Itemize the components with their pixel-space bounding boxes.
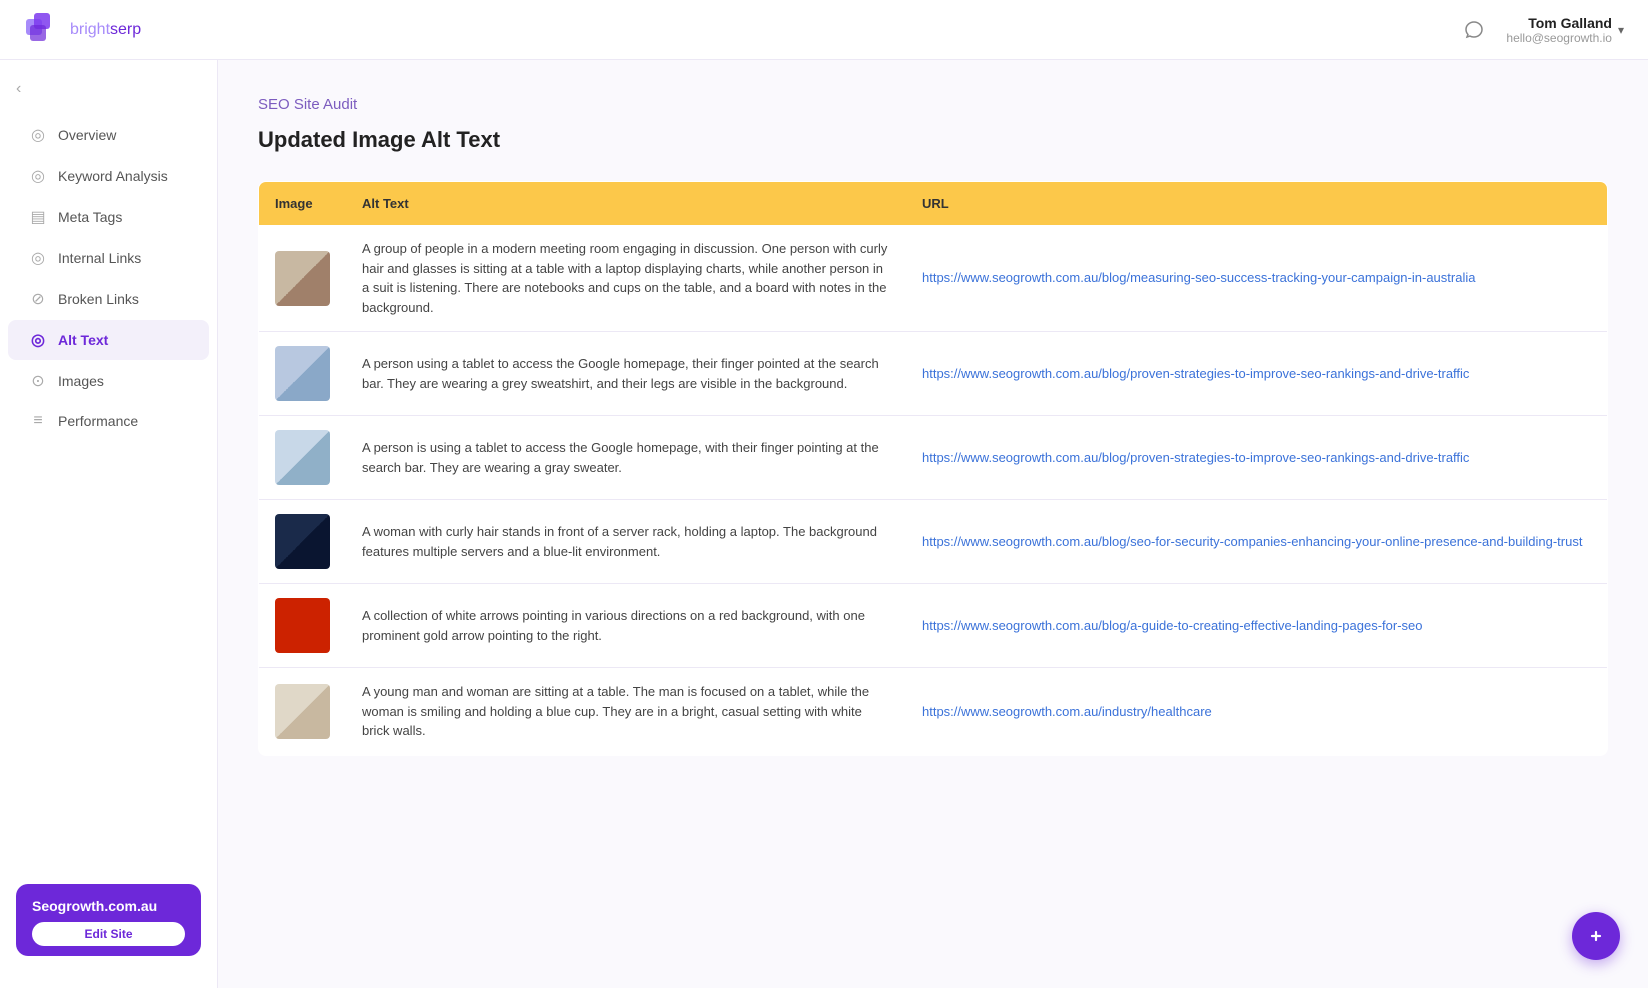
table-cell-url: https://www.seogrowth.com.au/blog/a-guid… bbox=[906, 584, 1608, 668]
fab-button[interactable] bbox=[1572, 912, 1620, 960]
url-link[interactable]: https://www.seogrowth.com.au/industry/he… bbox=[922, 702, 1591, 722]
header-right: Tom Galland hello@seogrowth.io ▾ bbox=[1458, 14, 1624, 46]
sidebar-collapse-button[interactable]: ‹ bbox=[0, 76, 217, 114]
internal-links-icon: ◎ bbox=[28, 248, 48, 268]
col-header-alt-text: Alt Text bbox=[346, 182, 906, 226]
alt-text-table: Image Alt Text URL A group of people in … bbox=[258, 181, 1608, 756]
logo: brightserp bbox=[24, 11, 141, 49]
sidebar-top: ‹ ◎ Overview ◎ Keyword Analysis ▤ Meta T… bbox=[0, 76, 217, 441]
sidebar-item-label: Keyword Analysis bbox=[58, 168, 168, 184]
table-row: A collection of white arrows pointing in… bbox=[259, 584, 1608, 668]
user-name: Tom Galland bbox=[1506, 15, 1612, 31]
table-cell-alt-text: A person is using a tablet to access the… bbox=[346, 416, 906, 500]
table-cell-image bbox=[259, 225, 347, 332]
sidebar-item-images[interactable]: ⊙ Images bbox=[8, 361, 209, 401]
user-text: Tom Galland hello@seogrowth.io bbox=[1506, 15, 1612, 45]
table-cell-alt-text: A group of people in a modern meeting ro… bbox=[346, 225, 906, 332]
url-link[interactable]: https://www.seogrowth.com.au/blog/seo-fo… bbox=[922, 532, 1591, 552]
table-cell-alt-text: A woman with curly hair stands in front … bbox=[346, 500, 906, 584]
section-label: SEO Site Audit bbox=[258, 96, 1608, 113]
images-icon: ⊙ bbox=[28, 371, 48, 391]
chat-button[interactable] bbox=[1458, 14, 1490, 46]
table-row: A young man and woman are sitting at a t… bbox=[259, 668, 1608, 756]
table-header-row: Image Alt Text URL bbox=[259, 182, 1608, 226]
table-cell-image bbox=[259, 332, 347, 416]
table-row: A group of people in a modern meeting ro… bbox=[259, 225, 1608, 332]
image-thumbnail bbox=[275, 430, 330, 485]
edit-site-button[interactable]: Edit Site bbox=[32, 922, 185, 946]
image-thumbnail bbox=[275, 346, 330, 401]
table-cell-url: https://www.seogrowth.com.au/blog/measur… bbox=[906, 225, 1608, 332]
table-cell-alt-text: A person using a tablet to access the Go… bbox=[346, 332, 906, 416]
sidebar-item-label: Broken Links bbox=[58, 291, 139, 307]
keyword-icon: ◎ bbox=[28, 166, 48, 186]
url-link[interactable]: https://www.seogrowth.com.au/blog/measur… bbox=[922, 268, 1591, 288]
user-email: hello@seogrowth.io bbox=[1506, 31, 1612, 45]
sidebar-item-broken-links[interactable]: ⊘ Broken Links bbox=[8, 279, 209, 319]
site-card: Seogrowth.com.au Edit Site bbox=[16, 884, 201, 956]
url-link[interactable]: https://www.seogrowth.com.au/blog/proven… bbox=[922, 448, 1591, 468]
col-header-image: Image bbox=[259, 182, 347, 226]
sidebar-item-meta-tags[interactable]: ▤ Meta Tags bbox=[8, 197, 209, 237]
table-cell-image bbox=[259, 584, 347, 668]
page-title: Updated Image Alt Text bbox=[258, 127, 1608, 153]
table-cell-url: https://www.seogrowth.com.au/blog/proven… bbox=[906, 332, 1608, 416]
table-row: A person using a tablet to access the Go… bbox=[259, 332, 1608, 416]
table-cell-image bbox=[259, 500, 347, 584]
layout: ‹ ◎ Overview ◎ Keyword Analysis ▤ Meta T… bbox=[0, 60, 1648, 988]
sidebar-item-performance[interactable]: ≡ Performance bbox=[8, 402, 209, 440]
logo-text: brightserp bbox=[70, 21, 141, 39]
sidebar-bottom: Seogrowth.com.au Edit Site bbox=[0, 868, 217, 972]
sidebar-item-internal-links[interactable]: ◎ Internal Links bbox=[8, 238, 209, 278]
table-cell-url: https://www.seogrowth.com.au/blog/proven… bbox=[906, 416, 1608, 500]
sidebar-item-alt-text[interactable]: ◎ Alt Text bbox=[8, 320, 209, 360]
sidebar: ‹ ◎ Overview ◎ Keyword Analysis ▤ Meta T… bbox=[0, 60, 218, 988]
sidebar-item-keyword-analysis[interactable]: ◎ Keyword Analysis bbox=[8, 156, 209, 196]
url-link[interactable]: https://www.seogrowth.com.au/blog/proven… bbox=[922, 364, 1591, 384]
chevron-down-icon: ▾ bbox=[1618, 23, 1624, 37]
sidebar-item-overview[interactable]: ◎ Overview bbox=[8, 115, 209, 155]
image-thumbnail bbox=[275, 514, 330, 569]
sidebar-item-label: Internal Links bbox=[58, 250, 141, 266]
sidebar-item-label: Overview bbox=[58, 127, 116, 143]
url-link[interactable]: https://www.seogrowth.com.au/blog/a-guid… bbox=[922, 616, 1591, 636]
table-cell-image bbox=[259, 668, 347, 756]
image-thumbnail bbox=[275, 684, 330, 739]
broken-links-icon: ⊘ bbox=[28, 289, 48, 309]
performance-icon: ≡ bbox=[28, 412, 48, 430]
table-cell-image bbox=[259, 416, 347, 500]
image-thumbnail bbox=[275, 251, 330, 306]
table-cell-alt-text: A collection of white arrows pointing in… bbox=[346, 584, 906, 668]
logo-icon bbox=[24, 11, 62, 49]
sidebar-item-label: Performance bbox=[58, 413, 138, 429]
meta-tags-icon: ▤ bbox=[28, 207, 48, 227]
sidebar-item-label: Alt Text bbox=[58, 332, 108, 348]
table-row: A woman with curly hair stands in front … bbox=[259, 500, 1608, 584]
alt-text-icon: ◎ bbox=[28, 330, 48, 350]
table-cell-url: https://www.seogrowth.com.au/industry/he… bbox=[906, 668, 1608, 756]
table-row: A person is using a tablet to access the… bbox=[259, 416, 1608, 500]
user-info[interactable]: Tom Galland hello@seogrowth.io ▾ bbox=[1506, 15, 1624, 45]
main-content: SEO Site Audit Updated Image Alt Text Im… bbox=[218, 60, 1648, 988]
table-cell-alt-text: A young man and woman are sitting at a t… bbox=[346, 668, 906, 756]
top-header: brightserp Tom Galland hello@seogrowth.i… bbox=[0, 0, 1648, 60]
image-thumbnail bbox=[275, 598, 330, 653]
overview-icon: ◎ bbox=[28, 125, 48, 145]
col-header-url: URL bbox=[906, 182, 1608, 226]
table-cell-url: https://www.seogrowth.com.au/blog/seo-fo… bbox=[906, 500, 1608, 584]
site-card-name: Seogrowth.com.au bbox=[32, 898, 185, 914]
sidebar-item-label: Images bbox=[58, 373, 104, 389]
sidebar-item-label: Meta Tags bbox=[58, 209, 122, 225]
